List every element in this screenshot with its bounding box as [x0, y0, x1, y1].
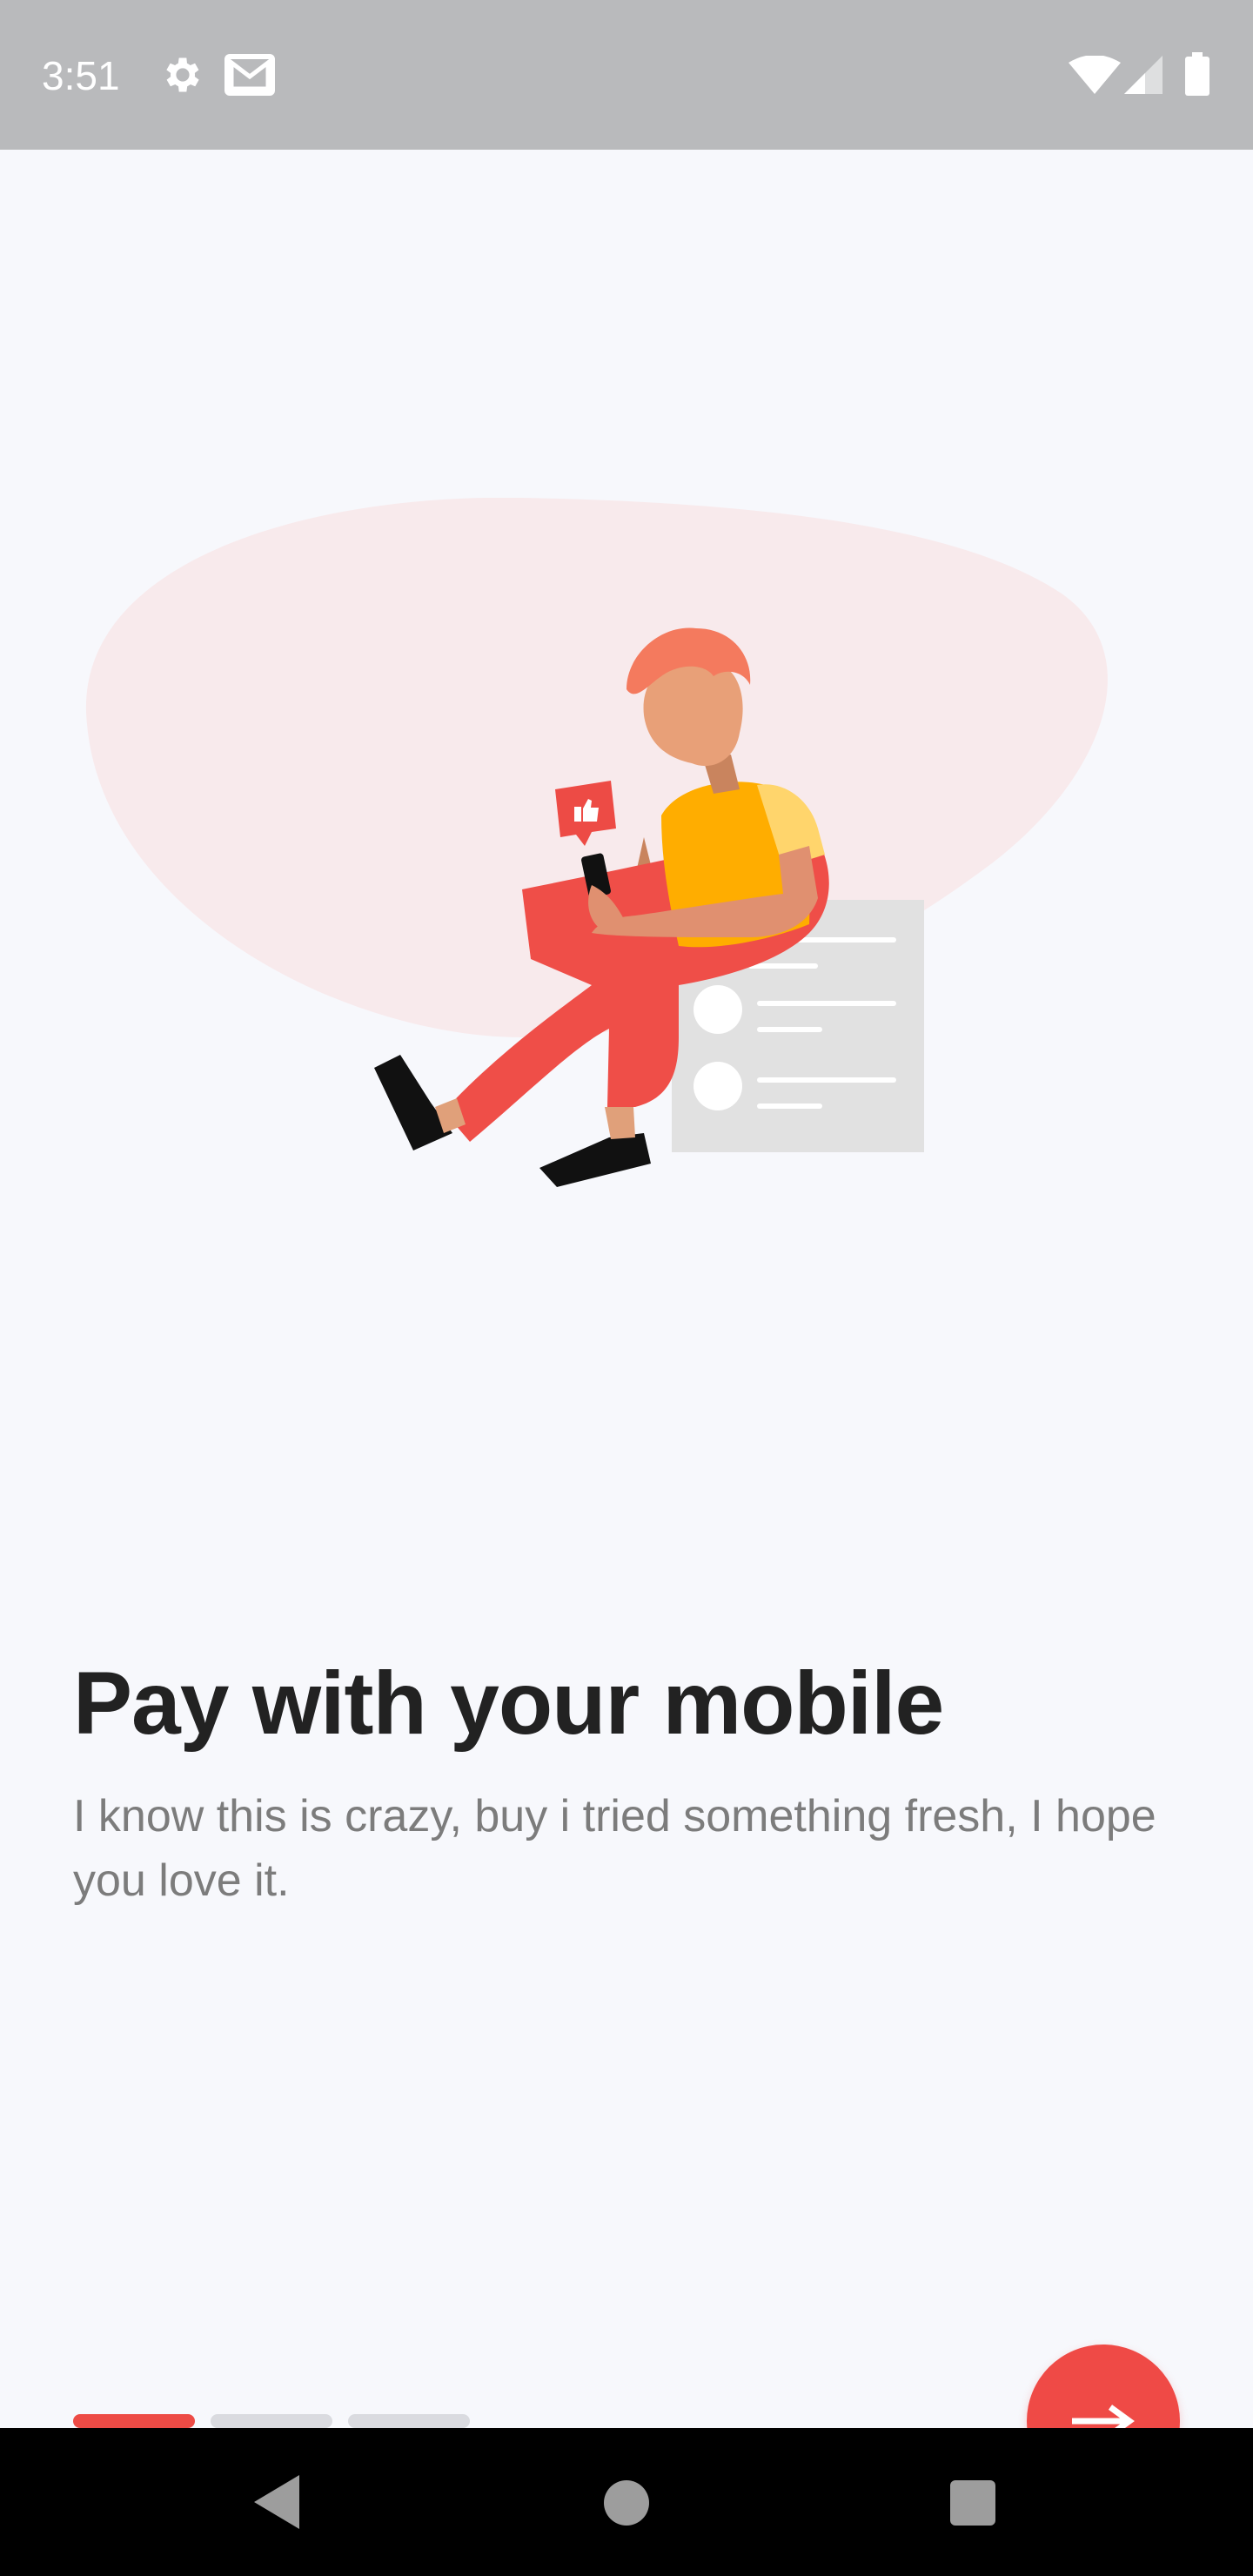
recents-icon[interactable] [950, 2480, 995, 2526]
page-indicator-dot [211, 2414, 332, 2428]
status-time: 3:51 [42, 53, 120, 98]
gmail-icon [224, 54, 275, 96]
page-description: I know this is crazy, buy i tried someth… [73, 1791, 1156, 1906]
page-indicator-dot [348, 2414, 470, 2428]
wifi-icon [1069, 56, 1121, 94]
status-bar: 3:51 [0, 0, 1253, 150]
person-using-phone-illustration [85, 498, 1108, 1187]
gear-icon [166, 57, 199, 92]
page-indicator-dot-active [73, 2414, 195, 2428]
back-icon[interactable] [251, 2472, 303, 2532]
page-title: Pay with your mobile [73, 1654, 944, 1753]
navigation-bar [0, 2428, 1253, 2576]
battery-icon [1185, 52, 1209, 96]
onboarding-screen: Pay with your mobile I know this is craz… [0, 150, 1253, 2498]
signal-icon [1124, 56, 1163, 94]
home-icon[interactable] [604, 2480, 649, 2526]
